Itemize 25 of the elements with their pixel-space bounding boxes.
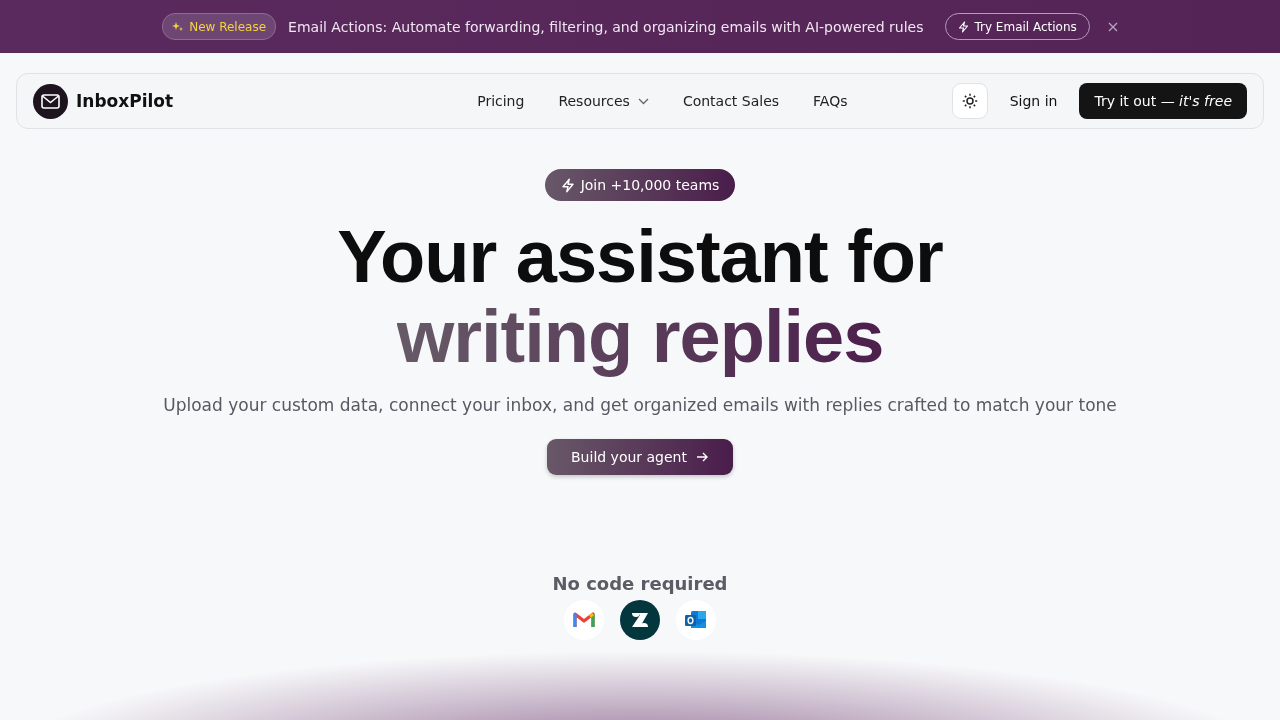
badge-label: Join +10,000 teams [580, 177, 720, 193]
z-logo-icon [620, 600, 660, 640]
theme-toggle-button[interactable] [951, 83, 988, 119]
announcement-text: Email Actions: Automate forwarding, filtering, and organizing emails with AI-powered rules [288, 18, 924, 35]
lightning-icon [560, 177, 575, 193]
integrations-heading: No code required [552, 573, 728, 594]
badge-label: New Release [189, 19, 267, 34]
close-icon[interactable] [1107, 21, 1118, 32]
mail-logo-icon [564, 600, 604, 640]
chevron-down-icon [637, 97, 649, 105]
brand-name: InboxPilot [76, 91, 174, 111]
nav-link[interactable]: Pricing [477, 93, 525, 109]
sparkles-icon [172, 20, 185, 33]
nav-link[interactable]: Contact Sales [682, 93, 780, 109]
sun-icon [961, 93, 978, 109]
nav-link[interactable]: FAQs [813, 93, 848, 109]
hero-title: Your assistant for [337, 217, 943, 297]
arrow-right-icon [696, 451, 709, 463]
envelope-logo-icon [33, 83, 68, 119]
sign-in-link[interactable]: Sign in [1009, 93, 1058, 109]
hero-subtitle: Upload your custom data, connect your inbox, and get organized emails with replies crafted to match your tone [163, 395, 1117, 415]
lightning-icon [958, 20, 970, 33]
nav-link[interactable]: Resources [558, 93, 649, 109]
build-agent-button[interactable]: Build your agent [547, 439, 733, 475]
try-it-out-button[interactable]: Try it out — it's free [1079, 83, 1247, 119]
